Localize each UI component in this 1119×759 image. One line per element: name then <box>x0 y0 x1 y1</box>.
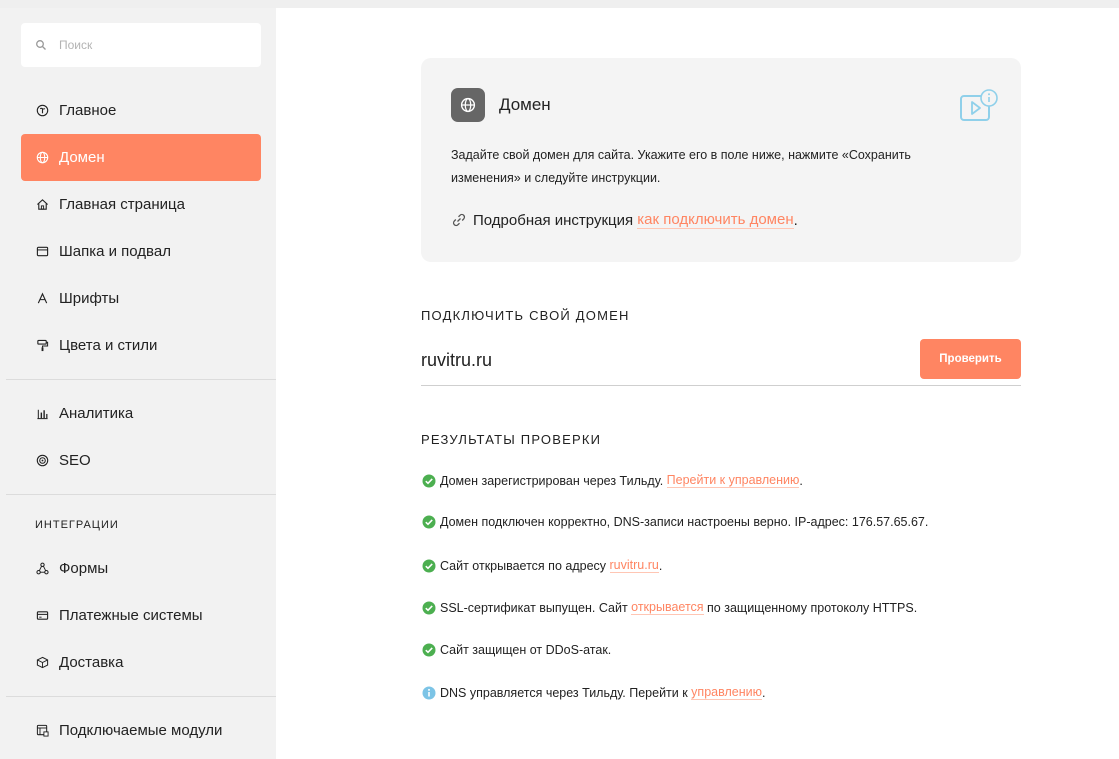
forms-nodes-icon <box>35 562 49 576</box>
check-circle-icon <box>422 559 436 573</box>
result-text: Сайт открывается по адресу <box>440 558 610 573</box>
bar-chart-icon <box>35 407 49 421</box>
video-help-icon[interactable] <box>959 88 999 124</box>
result-text: Сайт защищен от DDoS-атак. <box>440 643 612 657</box>
card-title: Домен <box>499 95 551 114</box>
result-item: Домен зарегистрирован через Тильду. Пере… <box>422 473 803 488</box>
result-after: . <box>799 473 803 488</box>
sidebar-item-label: Шапка и подвал <box>59 243 171 260</box>
integrations-section-label: ИНТЕГРАЦИИ <box>35 519 119 531</box>
domain-info-card: Домен Задайте свой домен для сайта. Укаж… <box>421 58 1021 262</box>
check-results-heading: РЕЗУЛЬТАТЫ ПРОВЕРКИ <box>421 432 602 447</box>
sidebar-item-label: Формы <box>59 560 109 577</box>
result-item: DNS управляется через Тильду. Перейти к … <box>422 685 765 700</box>
sidebar-item-label: Платежные системы <box>59 607 203 624</box>
connect-domain-heading: ПОДКЛЮЧИТЬ СВОЙ ДОМЕН <box>421 308 630 323</box>
result-item: SSL-сертификат выпущен. Сайт открывается… <box>422 600 917 615</box>
sidebar-item-domain[interactable]: Домен <box>21 134 261 181</box>
check-circle-icon <box>422 474 436 488</box>
result-text: Домен подключен корректно, DNS-записи на… <box>440 515 929 529</box>
sidebar-divider <box>6 379 276 380</box>
check-circle-icon <box>422 643 436 657</box>
dns-manage-link[interactable]: управлению <box>691 685 762 700</box>
tilda-logo-icon <box>35 104 49 118</box>
sidebar-item-payments[interactable]: Платежные системы <box>21 592 261 639</box>
check-circle-icon <box>422 515 436 529</box>
sidebar-item-label: Домен <box>59 149 105 166</box>
instruction-suffix: . <box>793 211 798 229</box>
card-description: Задайте свой домен для сайта. Укажите ег… <box>451 148 911 185</box>
sidebar-item-delivery[interactable]: Доставка <box>21 639 261 686</box>
sidebar-item-label: Аналитика <box>59 405 134 422</box>
result-after: . <box>761 685 766 700</box>
sidebar-item-label: Цвета и стили <box>59 337 158 354</box>
sidebar-item-homepage[interactable]: Главная страница <box>21 181 261 228</box>
result-item: Домен подключен корректно, DNS-записи на… <box>422 515 928 529</box>
sidebar-item-label: Главное <box>59 102 117 119</box>
sidebar-item-seo[interactable]: SEO <box>21 437 261 484</box>
sidebar-item-fonts[interactable]: Шрифты <box>21 275 261 322</box>
search-icon <box>35 39 47 51</box>
window-icon <box>35 245 49 259</box>
sidebar-divider <box>6 494 276 495</box>
https-open-link[interactable]: открывается <box>631 600 704 615</box>
app-window: Главное Домен Главная страница Шапка и п… <box>0 8 1119 759</box>
sidebar-divider <box>6 696 276 697</box>
sidebar-item-header-footer[interactable]: Шапка и подвал <box>21 228 261 275</box>
domain-input[interactable] <box>421 345 901 375</box>
result-item: Сайт открывается по адресу ruvitru.ru . <box>422 558 662 573</box>
box-icon <box>35 656 49 670</box>
search-box[interactable] <box>21 23 261 67</box>
manage-domain-link[interactable]: Перейти к управлению <box>666 473 800 488</box>
globe-icon <box>35 151 49 165</box>
globe-icon <box>451 88 485 122</box>
sidebar-item-forms[interactable]: Формы <box>21 545 261 592</box>
result-text: Домен зарегистрирован через Тильду. <box>440 473 667 488</box>
check-button[interactable]: Проверить <box>920 339 1021 379</box>
card-icon <box>35 609 49 623</box>
paint-roller-icon <box>35 339 49 353</box>
info-circle-icon <box>422 686 436 700</box>
font-icon <box>35 292 49 306</box>
instruction-row: Подробная инструкция как подключить доме… <box>451 211 798 229</box>
check-circle-icon <box>422 601 436 615</box>
domain-input-underline <box>421 385 1021 386</box>
main-content: Домен Задайте свой домен для сайта. Укаж… <box>276 8 1119 759</box>
modules-icon <box>35 724 49 738</box>
sidebar-item-analytics[interactable]: Аналитика <box>21 390 261 437</box>
sidebar-item-label: Подключаемые модули <box>59 722 223 739</box>
sidebar-item-modules[interactable]: Подключаемые модули <box>21 707 261 754</box>
result-after: по защищенному протоколу HTTPS. <box>703 600 918 615</box>
sidebar: Главное Домен Главная страница Шапка и п… <box>0 8 276 759</box>
how-to-connect-domain-link[interactable]: как подключить домен <box>637 211 794 229</box>
sidebar-item-label: Доставка <box>59 654 124 671</box>
site-url-link[interactable]: ruvitru.ru <box>609 558 659 573</box>
home-icon <box>35 198 49 212</box>
result-text: DNS управляется через Тильду. Перейти к <box>440 685 692 700</box>
sidebar-item-colors[interactable]: Цвета и стили <box>21 322 261 369</box>
sidebar-item-main[interactable]: Главное <box>21 87 261 134</box>
result-item: Сайт защищен от DDoS-атак. <box>422 643 611 657</box>
sidebar-item-label: SEO <box>59 452 91 469</box>
link-icon <box>451 212 467 228</box>
instruction-prefix: Подробная инструкция <box>473 211 638 229</box>
search-input[interactable] <box>59 38 239 52</box>
result-after: . <box>658 558 663 573</box>
result-text: SSL-сертификат выпущен. Сайт <box>440 600 632 615</box>
sidebar-item-label: Шрифты <box>59 290 120 307</box>
sidebar-item-label: Главная страница <box>59 196 185 213</box>
target-icon <box>35 454 49 468</box>
